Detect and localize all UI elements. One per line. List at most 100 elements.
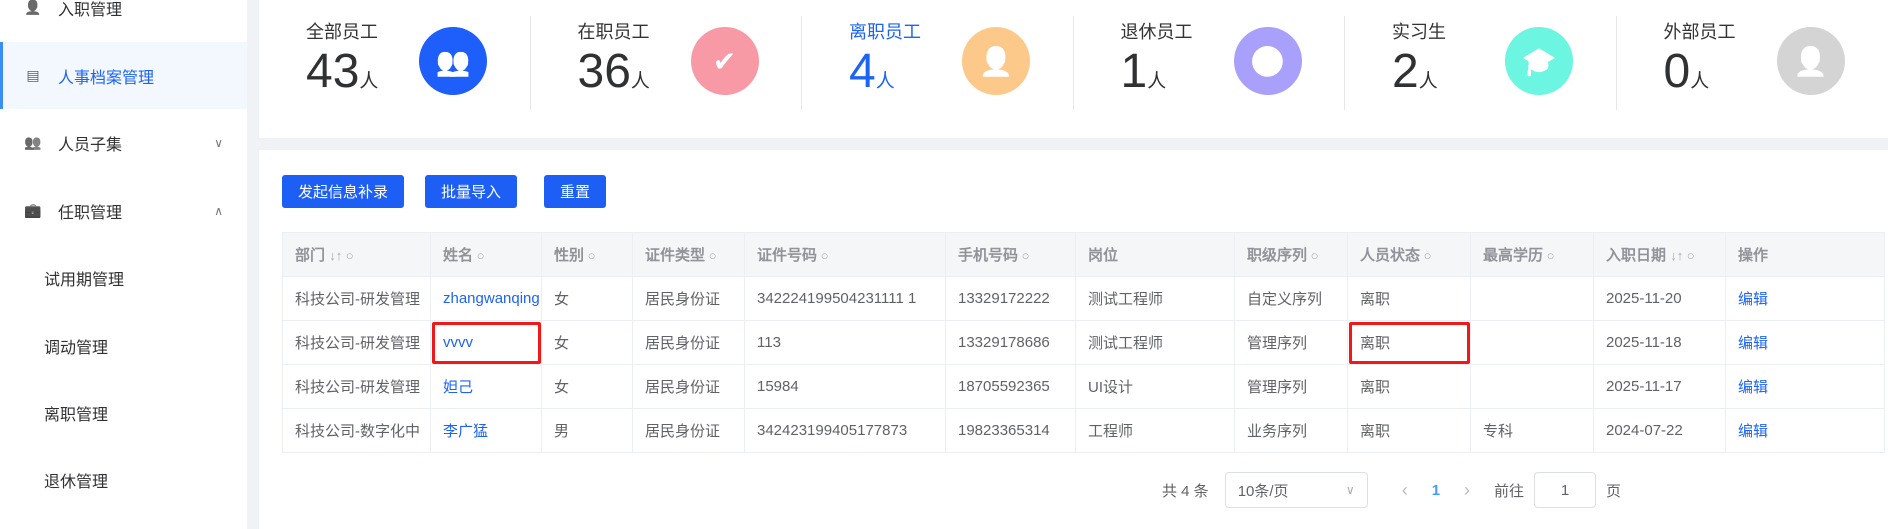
column-header[interactable]: 岗位 [1075,232,1235,277]
name-link[interactable]: vvvv [430,320,542,365]
table-cell: 19823365314 [945,408,1076,453]
sidebar-item-label: 退休管理 [44,473,109,491]
reset-button[interactable]: 重置 [544,175,607,208]
edit-link[interactable]: 编辑 [1725,364,1885,409]
chevron-icon: ∧ [214,203,223,218]
table-cell: 2025-11-18 [1593,320,1726,365]
table-row: 科技公司-研发管理 zhangwanqing 女居民身份证 3422241995042… [282,276,1885,321]
column-header[interactable]: 部门 ↓↑ ○ [282,232,431,277]
table-cell [1470,320,1594,365]
name-link[interactable]: zhangwanqing [430,276,542,321]
user-clock-icon: 🕓 [1233,27,1302,95]
page-suffix: 页 [1606,482,1622,500]
table-cell: 业务序列 [1234,408,1348,453]
column-header[interactable]: 最高学历 ○ [1470,232,1594,277]
search-icon: ○ [1307,248,1319,263]
sidebar-item-label: 调动管理 [44,339,109,357]
supplement-info-button[interactable]: 发起信息补录 [282,175,405,208]
search-icon: ○ [705,248,717,263]
table-cell: 13329172222 [945,276,1076,321]
column-header[interactable]: 人员状态 ○ [1347,232,1471,277]
user-check-icon: ✔ [690,27,759,95]
stat-label: 退休员工 [1120,22,1193,42]
chevron-icon: ∨ [214,135,223,150]
column-header[interactable]: 操作 [1725,232,1885,277]
sidebar-item-label: 入职管理 [58,1,123,19]
stat-card[interactable]: 实习生 2人 🎓 [1345,0,1617,138]
table-cell: 女 [541,276,633,321]
stat-value: 43人 [306,45,379,98]
table-cell: 18705592365 [945,364,1076,409]
table-cell: 2025-11-20 [1593,276,1726,321]
table-cell: 113 [744,320,946,365]
main-panel: 发起信息补录 批量导入 重置 部门 ↓↑ ○ 姓名 ○ 性别 ○ 证件类型 ○ 证件号码… [259,150,1888,529]
sidebar-item-7[interactable]: 退休管理 [0,446,247,513]
table-cell: 2025-11-17 [1593,364,1726,409]
sidebar-item-label: 任职管理 [58,204,123,222]
sidebar-item-1[interactable]: ▤ 人事档案管理 [0,42,247,109]
sidebar-item-2[interactable]: 👥 人员子集 ∨ [0,109,247,176]
stat-label: 外部员工 [1663,22,1736,42]
search-icon: ○ [1543,248,1555,263]
column-header[interactable]: 职级序列 ○ [1234,232,1348,277]
sidebar-item-3[interactable]: 💼 任职管理 ∧ [0,177,247,244]
goto-page-input[interactable]: 1 [1534,472,1597,508]
table-cell [1470,364,1594,409]
sidebar-item-0[interactable]: 👤 入职管理 [0,0,247,41]
total-count: 共 4 条 [1162,482,1209,500]
table-cell: 女 [541,320,633,365]
table-cell: 居民身份证 [632,276,745,321]
sidebar-item-5[interactable]: 调动管理 [0,312,247,379]
stat-label: 全部员工 [306,22,378,42]
sidebar-item-4[interactable]: 试用期管理 [0,244,247,311]
stat-card[interactable]: 外部员工 0人 👤 [1617,0,1888,138]
users-icon: 👥 [419,27,487,95]
table-cell [1470,276,1594,321]
user-external-icon: 👤 [1776,27,1845,95]
users-icon: 👥 [24,134,42,150]
table-cell: 测试工程师 [1075,276,1235,321]
column-header[interactable]: 入职日期 ↓↑ ○ [1593,232,1726,277]
table-cell: 离职 [1347,276,1471,321]
stat-card[interactable]: 离职员工 4人 👤 [802,0,1074,138]
stat-value: 2人 [1392,45,1438,98]
search-icon: ○ [1420,248,1432,263]
page-1-button[interactable]: 1 [1432,482,1440,499]
table-cell: 管理序列 [1234,364,1348,409]
table-cell: 管理序列 [1234,320,1348,365]
graduation-cap-icon: 🎓 [1505,27,1573,95]
table-cell: UI设计 [1075,364,1235,409]
sidebar-item-6[interactable]: 离职管理 [0,379,247,446]
page-size-select[interactable]: 10条/页 ∨ [1224,472,1368,508]
edit-link[interactable]: 编辑 [1725,408,1885,453]
name-link[interactable]: 李广猛 [430,408,542,453]
column-header[interactable]: 证件类型 ○ [632,232,745,277]
next-page-button[interactable]: › [1464,480,1470,501]
column-header[interactable]: 手机号码 ○ [945,232,1076,277]
batch-import-button[interactable]: 批量导入 [425,175,518,208]
stat-card[interactable]: 全部员工 43人 👥 [259,0,531,138]
table-cell: 2024-07-22 [1593,408,1726,453]
sidebar-item-label: 人事档案管理 [58,69,155,87]
name-link[interactable]: 妲己 [430,364,542,409]
stat-card[interactable]: 在职员工 36人 ✔ [531,0,802,138]
stat-value: 4人 [849,45,895,98]
table-cell: 工程师 [1075,408,1235,453]
edit-link[interactable]: 编辑 [1725,276,1885,321]
table-cell: 离职 [1347,320,1471,365]
search-icon: ○ [342,248,354,263]
column-header[interactable]: 性别 ○ [541,232,633,277]
stat-value: 36人 [577,45,650,98]
search-icon: ○ [1683,248,1695,263]
column-header[interactable]: 证件号码 ○ [744,232,946,277]
table-row: 科技公司-研发管理 vvvv 女居民身份证 113 13329178686 测试工程师 管理… [282,320,1885,365]
table-cell: 科技公司-研发管理 [282,320,431,365]
edit-link[interactable]: 编辑 [1725,320,1885,365]
pagination: 共 4 条 10条/页 ∨ ‹ 1 › 前往 1 页 [1162,472,1621,508]
column-header[interactable]: 姓名 ○ [430,232,542,277]
prev-page-button[interactable]: ‹ [1402,480,1408,501]
table-cell: 男 [541,408,633,453]
stat-label: 在职员工 [577,22,650,42]
stat-card[interactable]: 退休员工 1人 🕓 [1074,0,1345,138]
stats-bar: 全部员工 43人 👥 在职员工 36人 ✔ 离职员工 4人 👤 退休员工 1人 … [259,0,1888,138]
